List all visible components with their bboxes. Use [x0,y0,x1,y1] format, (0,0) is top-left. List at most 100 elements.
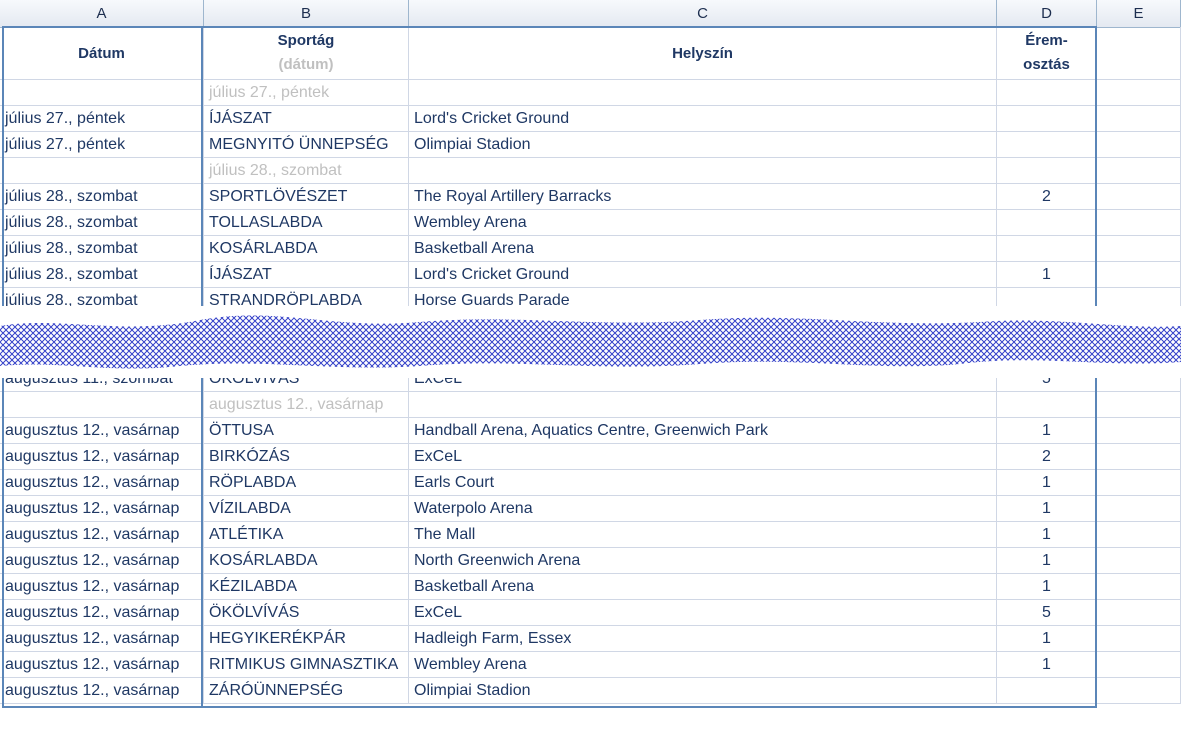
empty-cell[interactable] [1097,210,1181,236]
medal-count-cell[interactable]: 1 [997,574,1097,600]
date-cell[interactable]: augusztus 12., vasárnap [0,444,204,470]
venue-cell[interactable] [409,80,997,106]
empty-cell[interactable] [1097,418,1181,444]
empty-cell[interactable] [1097,574,1181,600]
empty-cell[interactable] [1097,158,1181,184]
sport-cell[interactable]: KOSÁRLABDA [204,548,409,574]
column-header-b[interactable]: B [204,0,409,27]
venue-cell[interactable]: The Mall [409,522,997,548]
venue-cell[interactable]: Lord's Cricket Ground [409,262,997,288]
empty-cell[interactable] [1097,106,1181,132]
date-cell[interactable]: augusztus 12., vasárnap [0,652,204,678]
venue-cell[interactable]: Waterpolo Arena [409,496,997,522]
date-cell[interactable]: augusztus 12., vasárnap [0,626,204,652]
date-cell[interactable]: augusztus 12., vasárnap [0,548,204,574]
venue-cell[interactable]: Hadleigh Farm, Essex [409,626,997,652]
empty-cell[interactable] [1097,678,1181,704]
column-header-c[interactable]: C [409,0,997,27]
medal-count-cell[interactable]: 1 [997,418,1097,444]
date-cell[interactable]: augusztus 12., vasárnap [0,470,204,496]
venue-cell[interactable]: Wembley Arena [409,652,997,678]
medal-count-cell[interactable]: 5 [997,600,1097,626]
sport-cell[interactable]: ATLÉTIKA [204,522,409,548]
medal-count-cell[interactable]: 2 [997,184,1097,210]
date-cell[interactable]: augusztus 12., vasárnap [0,574,204,600]
column-header-a[interactable]: A [0,0,204,27]
column-header-e[interactable]: E [1097,0,1181,27]
date-cell[interactable]: július 28., szombat [0,262,204,288]
date-cell[interactable]: július 28., szombat [0,210,204,236]
header-cell-helyszin[interactable]: Helyszín [409,27,997,80]
empty-cell[interactable] [1097,652,1181,678]
sport-cell[interactable]: RITMIKUS GIMNASZTIKA [204,652,409,678]
date-cell[interactable]: augusztus 12., vasárnap [0,496,204,522]
empty-cell[interactable] [1097,236,1181,262]
venue-cell[interactable]: Lord's Cricket Ground [409,106,997,132]
venue-cell[interactable]: Wembley Arena [409,210,997,236]
sport-cell[interactable]: ÍJÁSZAT [204,262,409,288]
empty-cell[interactable] [1097,262,1181,288]
sport-cell[interactable]: július 28., szombat [204,158,409,184]
empty-cell[interactable] [1097,600,1181,626]
empty-cell[interactable] [1097,522,1181,548]
header-cell-e[interactable] [1097,27,1181,80]
venue-cell[interactable]: ExCeL [409,444,997,470]
venue-cell[interactable] [409,158,997,184]
venue-cell[interactable]: Olimpiai Stadion [409,132,997,158]
date-cell[interactable]: július 27., péntek [0,132,204,158]
date-cell[interactable] [0,392,204,418]
empty-cell[interactable] [1097,80,1181,106]
sport-cell[interactable]: HEGYIKERÉKPÁR [204,626,409,652]
medal-count-cell[interactable]: 1 [997,470,1097,496]
medal-count-cell[interactable]: 1 [997,548,1097,574]
date-cell[interactable]: augusztus 12., vasárnap [0,600,204,626]
sport-cell[interactable]: BIRKÓZÁS [204,444,409,470]
sport-cell[interactable]: MEGNYITÓ ÜNNEPSÉG [204,132,409,158]
empty-cell[interactable] [1097,626,1181,652]
medal-count-cell[interactable] [997,106,1097,132]
empty-cell[interactable] [1097,548,1181,574]
medal-count-cell[interactable]: 1 [997,496,1097,522]
sport-cell[interactable]: augusztus 12., vasárnap [204,392,409,418]
date-cell[interactable] [0,158,204,184]
sport-cell[interactable]: ÖKÖLVÍVÁS [204,600,409,626]
empty-cell[interactable] [1097,444,1181,470]
sport-cell[interactable]: ÖTTUSA [204,418,409,444]
medal-count-cell[interactable] [997,210,1097,236]
venue-cell[interactable]: North Greenwich Arena [409,548,997,574]
sport-cell[interactable]: ÍJÁSZAT [204,106,409,132]
venue-cell[interactable]: Earls Court [409,470,997,496]
medal-count-cell[interactable] [997,236,1097,262]
date-cell[interactable]: augusztus 12., vasárnap [0,678,204,704]
sport-cell[interactable]: július 27., péntek [204,80,409,106]
sport-cell[interactable]: KOSÁRLABDA [204,236,409,262]
date-cell[interactable]: augusztus 12., vasárnap [0,418,204,444]
header-cell-datum[interactable]: Dátum [0,27,204,80]
venue-cell[interactable] [409,392,997,418]
medal-count-cell[interactable] [997,80,1097,106]
empty-cell[interactable] [1097,392,1181,418]
date-cell[interactable]: július 28., szombat [0,236,204,262]
medal-count-cell[interactable] [997,158,1097,184]
venue-cell[interactable]: The Royal Artillery Barracks [409,184,997,210]
medal-count-cell[interactable]: 2 [997,444,1097,470]
date-cell[interactable] [0,80,204,106]
medal-count-cell[interactable]: 1 [997,626,1097,652]
empty-cell[interactable] [1097,470,1181,496]
empty-cell[interactable] [1097,184,1181,210]
sport-cell[interactable]: VÍZILABDA [204,496,409,522]
medal-count-cell[interactable]: 1 [997,652,1097,678]
date-cell[interactable]: augusztus 12., vasárnap [0,522,204,548]
medal-count-cell[interactable] [997,678,1097,704]
medal-count-cell[interactable]: 1 [997,522,1097,548]
empty-cell[interactable] [1097,132,1181,158]
date-cell[interactable]: július 27., péntek [0,106,204,132]
venue-cell[interactable]: Handball Arena, Aquatics Centre, Greenwi… [409,418,997,444]
venue-cell[interactable]: Basketball Arena [409,236,997,262]
sport-cell[interactable]: TOLLASLABDA [204,210,409,236]
medal-count-cell[interactable] [997,132,1097,158]
venue-cell[interactable]: ExCeL [409,600,997,626]
column-header-d[interactable]: D [997,0,1097,27]
sport-cell[interactable]: ZÁRÓÜNNEPSÉG [204,678,409,704]
sport-cell[interactable]: SPORTLÖVÉSZET [204,184,409,210]
